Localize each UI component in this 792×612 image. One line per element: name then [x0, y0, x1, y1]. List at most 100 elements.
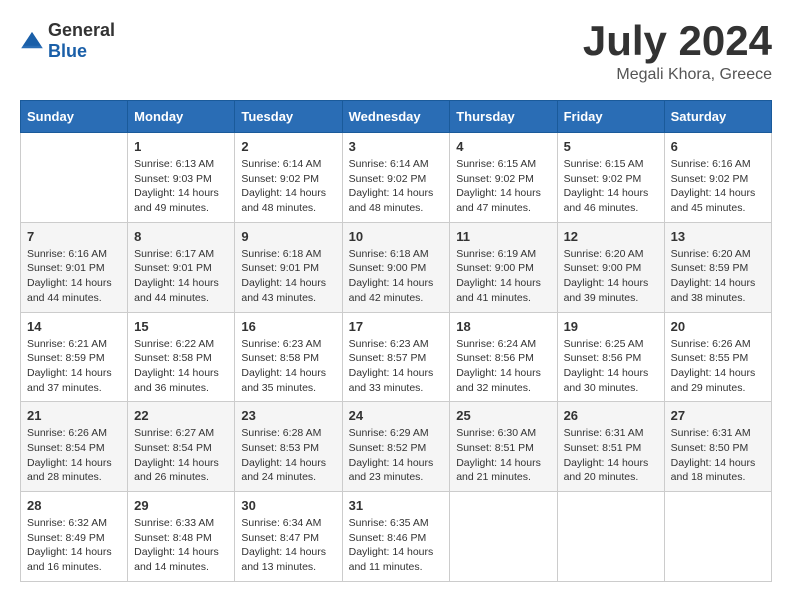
- day-info: Sunrise: 6:26 AMSunset: 8:54 PMDaylight:…: [27, 426, 121, 485]
- weekday-header-monday: Monday: [128, 101, 235, 133]
- day-cell: 18 Sunrise: 6:24 AMSunset: 8:56 PMDayligh…: [450, 312, 557, 402]
- day-number: 10: [349, 229, 444, 244]
- day-cell: 5 Sunrise: 6:15 AMSunset: 9:02 PMDaylight…: [557, 133, 664, 223]
- day-info: Sunrise: 6:27 AMSunset: 8:54 PMDaylight:…: [134, 426, 228, 485]
- day-cell: 15 Sunrise: 6:22 AMSunset: 8:58 PMDayligh…: [128, 312, 235, 402]
- logo-general: General: [48, 20, 115, 40]
- day-cell: 8Sunrise: 6:17 AMSunset: 9:01 PMDaylight…: [128, 222, 235, 312]
- day-cell: [664, 492, 771, 582]
- day-info: Sunrise: 6:23 AMSunset: 8:58 PMDaylight:…: [241, 337, 335, 396]
- weekday-header-tuesday: Tuesday: [235, 101, 342, 133]
- day-info: Sunrise: 6:24 AMSunset: 8:56 PMDaylight:…: [456, 337, 550, 396]
- week-row-4: 21 Sunrise: 6:26 AMSunset: 8:54 PMDayligh…: [21, 402, 772, 492]
- day-number: 28: [27, 498, 121, 513]
- day-info: Sunrise: 6:18 AMSunset: 9:00 PMDaylight:…: [349, 247, 444, 306]
- location-title: Megali Khora, Greece: [583, 66, 772, 84]
- day-info: Sunrise: 6:16 AMSunset: 9:01 PMDaylight:…: [27, 247, 121, 306]
- day-info: Sunrise: 6:17 AMSunset: 9:01 PMDaylight:…: [134, 247, 228, 306]
- day-cell: 13 Sunrise: 6:20 AMSunset: 8:59 PMDayligh…: [664, 222, 771, 312]
- day-number: 1: [134, 139, 228, 154]
- day-cell: 28Sunrise: 6:32 AMSunset: 8:49 PMDayligh…: [21, 492, 128, 582]
- day-cell: 26 Sunrise: 6:31 AMSunset: 8:51 PMDayligh…: [557, 402, 664, 492]
- calendar-table: SundayMondayTuesdayWednesdayThursdayFrid…: [20, 100, 772, 582]
- day-info: Sunrise: 6:23 AMSunset: 8:57 PMDaylight:…: [349, 337, 444, 396]
- day-info: Sunrise: 6:15 AMSunset: 9:02 PMDaylight:…: [564, 157, 658, 216]
- day-number: 25: [456, 408, 550, 423]
- day-info: Sunrise: 6:34 AMSunset: 8:47 PMDaylight:…: [241, 516, 335, 575]
- day-number: 18: [456, 319, 550, 334]
- day-cell: 19 Sunrise: 6:25 AMSunset: 8:56 PMDayligh…: [557, 312, 664, 402]
- day-number: 7: [27, 229, 121, 244]
- day-info: Sunrise: 6:21 AMSunset: 8:59 PMDaylight:…: [27, 337, 121, 396]
- day-cell: 27 Sunrise: 6:31 AMSunset: 8:50 PMDayligh…: [664, 402, 771, 492]
- day-number: 16: [241, 319, 335, 334]
- day-info: Sunrise: 6:25 AMSunset: 8:56 PMDaylight:…: [564, 337, 658, 396]
- day-info: Sunrise: 6:19 AMSunset: 9:00 PMDaylight:…: [456, 247, 550, 306]
- day-info: Sunrise: 6:30 AMSunset: 8:51 PMDaylight:…: [456, 426, 550, 485]
- month-title: July 2024: [583, 20, 772, 62]
- day-cell: 31Sunrise: 6:35 AMSunset: 8:46 PMDayligh…: [342, 492, 450, 582]
- day-number: 30: [241, 498, 335, 513]
- weekday-header-sunday: Sunday: [21, 101, 128, 133]
- week-row-5: 28Sunrise: 6:32 AMSunset: 8:49 PMDayligh…: [21, 492, 772, 582]
- page-header: General Blue July 2024 Megali Khora, Gre…: [20, 20, 772, 84]
- day-number: 15: [134, 319, 228, 334]
- day-number: 24: [349, 408, 444, 423]
- day-cell: [21, 133, 128, 223]
- day-info: Sunrise: 6:28 AMSunset: 8:53 PMDaylight:…: [241, 426, 335, 485]
- day-info: Sunrise: 6:20 AMSunset: 8:59 PMDaylight:…: [671, 247, 765, 306]
- day-number: 29: [134, 498, 228, 513]
- day-info: Sunrise: 6:33 AMSunset: 8:48 PMDaylight:…: [134, 516, 228, 575]
- day-info: Sunrise: 6:31 AMSunset: 8:50 PMDaylight:…: [671, 426, 765, 485]
- day-cell: 1Sunrise: 6:13 AMSunset: 9:03 PMDaylight…: [128, 133, 235, 223]
- weekday-header-wednesday: Wednesday: [342, 101, 450, 133]
- day-info: Sunrise: 6:31 AMSunset: 8:51 PMDaylight:…: [564, 426, 658, 485]
- weekday-header-row: SundayMondayTuesdayWednesdayThursdayFrid…: [21, 101, 772, 133]
- day-cell: 16 Sunrise: 6:23 AMSunset: 8:58 PMDayligh…: [235, 312, 342, 402]
- day-cell: 12 Sunrise: 6:20 AMSunset: 9:00 PMDayligh…: [557, 222, 664, 312]
- day-cell: 25 Sunrise: 6:30 AMSunset: 8:51 PMDayligh…: [450, 402, 557, 492]
- day-number: 26: [564, 408, 658, 423]
- logo: General Blue: [20, 20, 115, 62]
- day-cell: 29 Sunrise: 6:33 AMSunset: 8:48 PMDayligh…: [128, 492, 235, 582]
- day-cell: 30 Sunrise: 6:34 AMSunset: 8:47 PMDayligh…: [235, 492, 342, 582]
- weekday-header-saturday: Saturday: [664, 101, 771, 133]
- day-info: Sunrise: 6:15 AMSunset: 9:02 PMDaylight:…: [456, 157, 550, 216]
- day-number: 3: [349, 139, 444, 154]
- day-number: 23: [241, 408, 335, 423]
- logo-icon: [20, 29, 44, 53]
- day-number: 19: [564, 319, 658, 334]
- day-info: Sunrise: 6:14 AMSunset: 9:02 PMDaylight:…: [349, 157, 444, 216]
- title-section: July 2024 Megali Khora, Greece: [583, 20, 772, 84]
- week-row-3: 14Sunrise: 6:21 AMSunset: 8:59 PMDayligh…: [21, 312, 772, 402]
- day-info: Sunrise: 6:14 AMSunset: 9:02 PMDaylight:…: [241, 157, 335, 216]
- day-info: Sunrise: 6:16 AMSunset: 9:02 PMDaylight:…: [671, 157, 765, 216]
- day-number: 31: [349, 498, 444, 513]
- day-cell: 14Sunrise: 6:21 AMSunset: 8:59 PMDayligh…: [21, 312, 128, 402]
- day-cell: 23 Sunrise: 6:28 AMSunset: 8:53 PMDayligh…: [235, 402, 342, 492]
- week-row-2: 7 Sunrise: 6:16 AMSunset: 9:01 PMDaylight…: [21, 222, 772, 312]
- day-number: 5: [564, 139, 658, 154]
- week-row-1: 1Sunrise: 6:13 AMSunset: 9:03 PMDaylight…: [21, 133, 772, 223]
- day-number: 4: [456, 139, 550, 154]
- day-cell: 9Sunrise: 6:18 AMSunset: 9:01 PMDaylight…: [235, 222, 342, 312]
- day-info: Sunrise: 6:26 AMSunset: 8:55 PMDaylight:…: [671, 337, 765, 396]
- day-number: 12: [564, 229, 658, 244]
- day-number: 17: [349, 319, 444, 334]
- day-number: 2: [241, 139, 335, 154]
- day-cell: 20Sunrise: 6:26 AMSunset: 8:55 PMDayligh…: [664, 312, 771, 402]
- day-number: 6: [671, 139, 765, 154]
- day-number: 21: [27, 408, 121, 423]
- day-info: Sunrise: 6:20 AMSunset: 9:00 PMDaylight:…: [564, 247, 658, 306]
- day-info: Sunrise: 6:29 AMSunset: 8:52 PMDaylight:…: [349, 426, 444, 485]
- day-cell: 24 Sunrise: 6:29 AMSunset: 8:52 PMDayligh…: [342, 402, 450, 492]
- weekday-header-thursday: Thursday: [450, 101, 557, 133]
- logo-blue: Blue: [48, 41, 87, 61]
- day-cell: [450, 492, 557, 582]
- day-number: 27: [671, 408, 765, 423]
- logo-text: General Blue: [48, 20, 115, 62]
- day-info: Sunrise: 6:22 AMSunset: 8:58 PMDaylight:…: [134, 337, 228, 396]
- day-info: Sunrise: 6:18 AMSunset: 9:01 PMDaylight:…: [241, 247, 335, 306]
- day-cell: [557, 492, 664, 582]
- day-number: 13: [671, 229, 765, 244]
